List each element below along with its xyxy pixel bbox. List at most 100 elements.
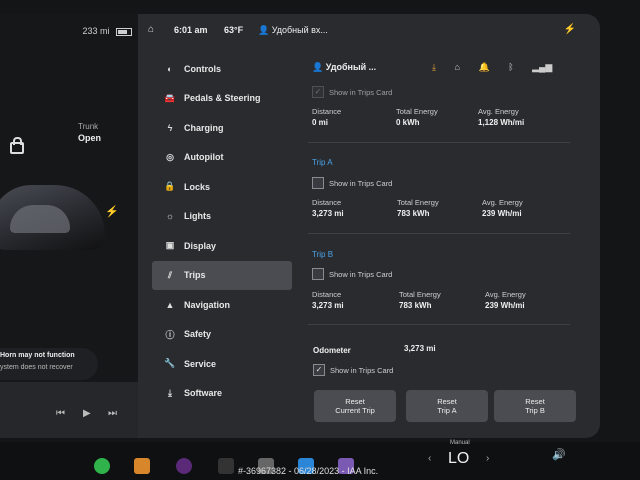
bell-icon[interactable]: 🔔	[478, 62, 489, 72]
clock: 6:01 am	[174, 25, 208, 35]
car-icon: 🚘	[164, 92, 176, 103]
checkbox-label: Show in Trips Card	[329, 178, 393, 188]
sidebar-item-charging[interactable]: ϟ Charging	[152, 113, 292, 143]
trip-b-distance: 3,273 mi	[312, 301, 344, 310]
sidebar-item-lights[interactable]: ☼ Lights	[152, 202, 292, 232]
reset-trip-a-button[interactable]: Reset Trip A	[406, 390, 488, 422]
temperature-setting[interactable]: LO	[448, 450, 469, 468]
settings-sidebar: ◐ Controls 🚘 Pedals & Steering ϟ Charging ◎…	[152, 54, 292, 408]
checkbox-label: Show in Trips Card	[329, 87, 393, 97]
trip-a-avg-label: Avg. Energy	[482, 198, 523, 207]
sidebar-item-label: Display	[184, 240, 217, 251]
bluetooth-icon[interactable]: ᛒ	[508, 62, 513, 72]
next-track-icon[interactable]: ⏭	[108, 408, 117, 419]
sidebar-item-label: Autopilot	[184, 152, 224, 163]
current-energy-label: Total Energy	[396, 107, 438, 116]
profile-name: Удобный ...	[325, 62, 377, 72]
driver-profile-name: Удобный вх...	[271, 25, 328, 35]
sidebar-item-trips[interactable]: ⫽ Trips	[152, 260, 292, 290]
trip-b-title: Trip B	[312, 250, 334, 259]
charging-status-icon: ⚡	[563, 24, 576, 35]
sidebar-item-locks[interactable]: 🔒 Locks	[152, 172, 292, 202]
download-icon: ⤓	[168, 387, 172, 398]
climate-mode-label: Manual	[450, 440, 470, 446]
trips-icon: ⫽	[167, 269, 172, 280]
trip-b-distance-label: Distance	[312, 290, 342, 299]
sidebar-item-label: Trips	[184, 270, 206, 281]
current-distance-label: Distance	[312, 107, 342, 116]
signal-icon: ▂▄▆	[532, 62, 553, 72]
odometer-value: 3,273 mi	[404, 344, 436, 353]
watermark: #-36967382 - 06/28/2023 - IAA Inc.	[238, 466, 379, 476]
trip-a-distance: 3,273 mi	[312, 209, 344, 218]
sidebar-item-label: Safety	[184, 329, 212, 340]
garage-icon[interactable]: ⌂	[455, 62, 460, 72]
download-icon[interactable]: ⤓	[432, 62, 436, 72]
profile-header[interactable]: 👤 Удобный ...	[312, 62, 376, 73]
range-readout: 233 mi	[82, 26, 132, 36]
trip-b-show-checkbox[interactable]: Show in Trips Card	[312, 268, 392, 280]
header-icons: ⤓ ⌂ 🔔 ᛒ ▂▄▆	[432, 62, 568, 73]
play-icon[interactable]: ▶	[83, 408, 91, 419]
charge-port-icon[interactable]: ⚡	[105, 205, 119, 218]
sidebar-item-label: Software	[184, 388, 223, 399]
trunk-label[interactable]: Trunk	[78, 122, 98, 131]
sidebar-item-navigation[interactable]: ▲ Navigation	[152, 290, 292, 320]
trip-b-avg: 239 Wh/mi	[485, 301, 525, 310]
alert-subtitle: ystem does not recover	[0, 364, 73, 371]
previous-track-icon[interactable]: ⏮	[56, 408, 65, 419]
alert-title: Horn may not function	[0, 352, 75, 359]
lock-icon: 🔒	[164, 181, 176, 192]
sidebar-item-label: Pedals & Steering	[184, 93, 261, 104]
chevron-right-icon[interactable]: ›	[486, 453, 489, 464]
sidebar-item-controls[interactable]: ◐ Controls	[152, 54, 292, 84]
lock-icon[interactable]	[10, 137, 24, 154]
trip-a-energy-label: Total Energy	[397, 198, 439, 207]
navigation-icon: ▲	[165, 299, 175, 310]
driver-profile[interactable]: 👤 Удобный вх...	[258, 25, 328, 36]
camera-icon[interactable]	[176, 458, 192, 474]
reset-label: Reset	[525, 397, 545, 406]
current-avg: 1,128 Wh/mi	[478, 118, 525, 127]
reset-label: Reset	[437, 397, 457, 406]
sidebar-item-safety[interactable]: ⓘ Safety	[152, 320, 292, 350]
trunk-status[interactable]: Open	[78, 133, 101, 143]
reset-trip-b-button[interactable]: Reset Trip B	[494, 390, 576, 422]
bolt-icon: ϟ	[167, 122, 173, 133]
more-apps-icon[interactable]	[218, 458, 234, 474]
reset-target: Trip A	[437, 406, 457, 415]
trip-a-show-checkbox[interactable]: Show in Trips Card	[312, 177, 392, 189]
range-value: 233 mi	[82, 26, 110, 36]
volume-icon[interactable]: 🔊	[552, 448, 566, 461]
sun-icon: ☼	[165, 211, 175, 222]
toggle-icon: ◐	[167, 63, 173, 74]
sidebar-item-label: Controls	[184, 63, 221, 74]
current-avg-label: Avg. Energy	[478, 107, 519, 116]
sidebar-item-pedals-steering[interactable]: 🚘 Pedals & Steering	[152, 84, 292, 114]
current-trip-show-checkbox[interactable]: ✓ Show in Trips Card	[312, 86, 392, 98]
media-player	[0, 382, 138, 438]
outside-temp: 63°F	[224, 25, 244, 35]
sidebar-item-label: Charging	[184, 122, 224, 133]
sidebar-item-autopilot[interactable]: ◎ Autopilot	[152, 143, 292, 173]
sidebar-item-label: Navigation	[184, 299, 231, 310]
phone-icon[interactable]	[94, 458, 110, 474]
sidebar-item-display[interactable]: ▣ Display	[152, 231, 292, 261]
trip-a-title: Trip A	[312, 158, 333, 167]
home-icon[interactable]: ⌂	[148, 24, 154, 35]
chevron-left-icon[interactable]: ‹	[428, 453, 431, 464]
sidebar-item-label: Lights	[184, 211, 211, 222]
trip-b-energy: 783 kWh	[399, 301, 432, 310]
reset-current-trip-button[interactable]: Reset Current Trip	[314, 390, 396, 422]
sidebar-item-software[interactable]: ⤓ Software	[152, 379, 292, 409]
current-distance: 0 mi	[312, 118, 329, 127]
sidebar-item-service[interactable]: 🔧 Service	[152, 349, 292, 379]
odometer-show-checkbox[interactable]: ✓ Show in Trips Card	[313, 364, 393, 376]
info-icon: ⓘ	[165, 329, 175, 340]
divider	[308, 233, 570, 234]
checkbox-label: Show in Trips Card	[329, 269, 393, 279]
checkbox-icon	[312, 177, 324, 189]
display-icon: ▣	[165, 240, 175, 251]
battery-icon	[116, 27, 132, 36]
calendar-icon[interactable]	[134, 458, 150, 474]
